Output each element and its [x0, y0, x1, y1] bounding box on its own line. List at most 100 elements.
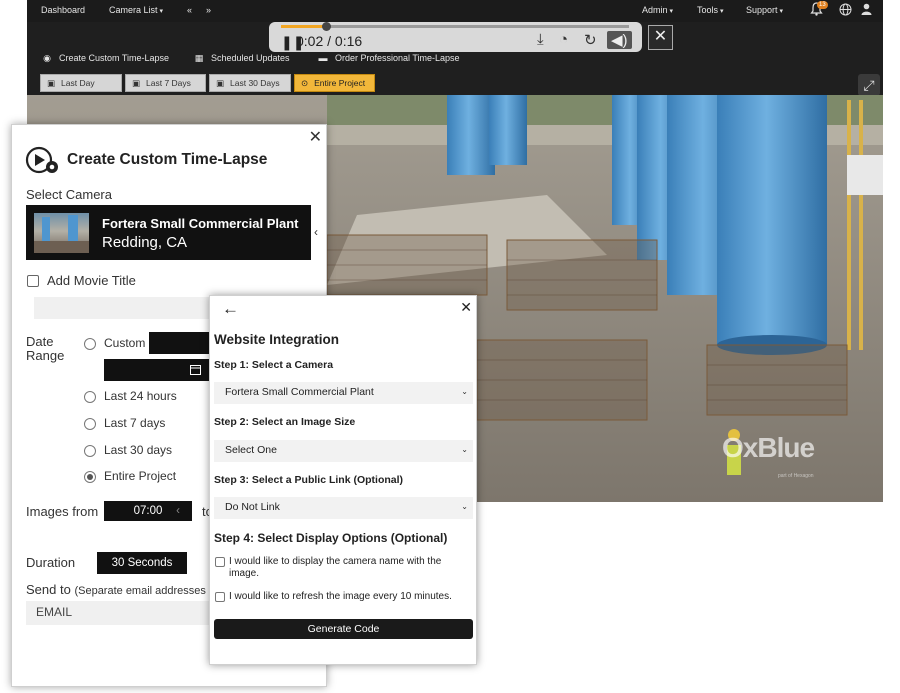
- refresh-image-checkbox[interactable]: [215, 592, 225, 602]
- seek-progress: [281, 25, 327, 28]
- add-movie-title-label: Add Movie Title: [47, 273, 136, 288]
- account-button[interactable]: [861, 3, 872, 17]
- image-size-select[interactable]: Select One ⌄: [214, 440, 473, 462]
- scheduled-updates-link[interactable]: ▦ Scheduled Updates: [193, 53, 290, 64]
- notifications-button[interactable]: 13: [810, 1, 828, 18]
- custom-end-date-input[interactable]: [104, 359, 210, 381]
- mute-button[interactable]: ◀): [607, 31, 632, 49]
- language-button[interactable]: [839, 3, 852, 18]
- speedometer-icon: ◔: [559, 31, 569, 48]
- email-input[interactable]: EMAIL: [26, 601, 211, 625]
- nav-tools-label: Tools: [697, 5, 719, 15]
- download-icon: ⤓: [537, 31, 544, 48]
- display-camera-name-checkbox[interactable]: [215, 557, 225, 567]
- custom-start-date-input[interactable]: [149, 332, 211, 354]
- add-movie-title-checkbox[interactable]: [27, 275, 39, 287]
- send-to-hint: (Separate email addresses: [74, 585, 206, 597]
- public-link-select[interactable]: Do Not Link ⌄: [214, 497, 473, 519]
- calendar-icon: [190, 365, 201, 375]
- nav-tools[interactable]: Tools ▾: [697, 5, 724, 15]
- radio-last-30-days[interactable]: [84, 445, 96, 457]
- back-button[interactable]: ←: [222, 299, 239, 319]
- range-last-30-days[interactable]: ▣ Last 30 Days: [209, 74, 291, 92]
- radio-last-24-hours[interactable]: [84, 391, 96, 403]
- camera-select[interactable]: Fortera Small Commercial Plant ⌄: [214, 382, 473, 404]
- nav-support[interactable]: Support ▾: [746, 5, 783, 15]
- duration-select[interactable]: 30 Seconds: [97, 552, 187, 574]
- chevron-down-icon: ⌄: [461, 445, 468, 454]
- close-integration-button[interactable]: ✕: [460, 299, 472, 316]
- range-last-30-days-label: Last 30 Days: [230, 78, 280, 88]
- range-bar: ▣ Last Day ▣ Last 7 Days ▣ Last 30 Days ⊙ En…: [27, 73, 883, 93]
- images-from-label: Images from: [26, 504, 99, 519]
- date-range-label-line2: Range: [26, 348, 65, 363]
- clapper-icon: ▬: [318, 53, 328, 63]
- range-last-7-days-label: Last 7 Days: [146, 78, 191, 88]
- movie-title-input[interactable]: [34, 297, 214, 319]
- replay-button[interactable]: ↻: [584, 31, 597, 49]
- play-circle-icon: ⊙: [301, 78, 309, 88]
- notification-badge: 13: [817, 1, 828, 9]
- download-button[interactable]: ⤓: [537, 31, 544, 48]
- from-time-select[interactable]: 07:00 ‹: [104, 501, 192, 521]
- close-player-button[interactable]: ✕: [648, 25, 673, 50]
- close-icon: ✕: [460, 299, 472, 315]
- calendar-icon: ▦: [194, 53, 204, 63]
- order-timelapse-link[interactable]: ▬ Order Professional Time-Lapse: [317, 53, 460, 63]
- radio-last-24-hours-label: Last 24 hours: [104, 389, 177, 403]
- from-time-value: 07:00: [133, 505, 163, 517]
- range-last-7-days[interactable]: ▣ Last 7 Days: [125, 74, 206, 92]
- nav-admin[interactable]: Admin ▾: [642, 5, 673, 15]
- camera-thumbnail: [34, 213, 89, 253]
- scheduled-updates-label: Scheduled Updates: [211, 53, 290, 63]
- create-timelapse-link[interactable]: ◉ Create Custom Time-Lapse: [41, 53, 169, 64]
- radio-custom[interactable]: [84, 338, 96, 350]
- range-entire-project-label: Entire Project: [314, 78, 366, 88]
- watermark-subtitle: part of Hexagon: [778, 473, 814, 479]
- nav-camera-list[interactable]: Camera List ▾: [109, 5, 163, 15]
- nav-prev-camera[interactable]: «: [187, 5, 192, 15]
- chevron-left-icon[interactable]: ‹: [314, 225, 318, 239]
- seek-bar[interactable]: [281, 22, 629, 31]
- chevron-down-icon: ▾: [779, 8, 784, 15]
- globe-icon: [839, 3, 852, 16]
- camera-gear-icon: [25, 146, 58, 174]
- expand-icon: ⤢: [863, 77, 875, 93]
- nav-admin-label: Admin: [642, 5, 668, 15]
- generate-code-button[interactable]: Generate Code: [214, 619, 473, 639]
- chevron-down-icon: ⌄: [461, 502, 468, 511]
- close-panel-button[interactable]: ✕: [309, 127, 322, 147]
- nav-next-camera[interactable]: »: [206, 5, 211, 15]
- image-size-value: Select One: [225, 444, 277, 456]
- range-entire-project[interactable]: ⊙ Entire Project: [294, 74, 375, 92]
- seek-handle[interactable]: [322, 22, 332, 31]
- camera-gear-icon: ◉: [43, 53, 51, 63]
- fullscreen-button[interactable]: ⤢: [858, 74, 880, 96]
- camera-selector[interactable]: Fortera Small Commercial Plant Redding, …: [26, 205, 311, 260]
- camera-select-value: Fortera Small Commercial Plant: [225, 386, 374, 398]
- radio-last-7-days[interactable]: [84, 418, 96, 430]
- radio-entire-project[interactable]: [84, 471, 96, 483]
- send-to-text: Send to: [26, 582, 71, 597]
- image-icon: ▣: [132, 78, 141, 88]
- image-icon: ▣: [47, 78, 56, 88]
- chevron-down-icon: ▾: [720, 8, 724, 15]
- camera-name: Fortera Small Commercial Plant: [102, 216, 299, 231]
- chevron-left-icon: ‹: [176, 505, 180, 517]
- refresh-image-label: I would like to refresh the image every …: [229, 591, 452, 602]
- step1-label: Step 1: Select a Camera: [214, 359, 334, 371]
- date-range-label: Date Range: [26, 335, 64, 363]
- replay-icon: ↻: [584, 32, 597, 49]
- camera-location: Redding, CA: [102, 234, 188, 251]
- close-icon: ✕: [308, 129, 322, 146]
- image-icon: ▣: [216, 78, 225, 88]
- camera-thumbnail-image: [34, 215, 89, 253]
- close-icon: ✕: [653, 28, 668, 45]
- integration-title: Website Integration: [214, 332, 340, 347]
- date-range-label-line1: Date: [26, 334, 54, 349]
- range-last-day[interactable]: ▣ Last Day: [40, 74, 122, 92]
- nav-dashboard[interactable]: Dashboard: [41, 5, 85, 15]
- speed-button[interactable]: ◔: [559, 31, 568, 48]
- range-last-day-label: Last Day: [61, 78, 95, 88]
- video-player: ❚❚ 0:02 / 0:16 ⤓ ◔ ↻ ◀): [269, 22, 642, 52]
